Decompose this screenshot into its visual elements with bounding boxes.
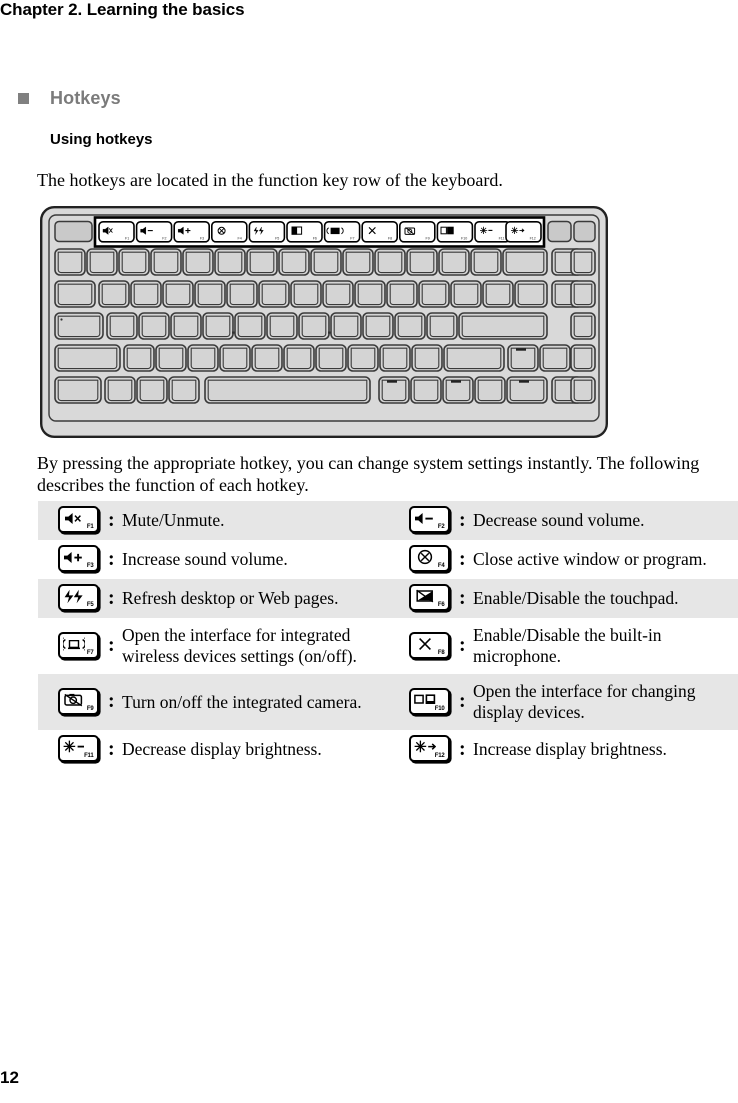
hotkey-description: Turn on/off the integrated camera.: [122, 691, 362, 712]
table-row: F11 : Decrease display brightness. F12 :…: [38, 730, 738, 769]
hotkey-description: Increase sound volume.: [122, 549, 288, 569]
svg-text:F1: F1: [125, 237, 129, 241]
microphone-toggle-icon: F8: [408, 631, 450, 659]
key-label: F9: [86, 705, 94, 712]
hotkey-description: Mute/Unmute.: [122, 510, 225, 530]
key-label: F5: [86, 602, 94, 608]
colon-separator: :: [459, 586, 466, 609]
table-row: F1 : Mute/Unmute. F2 : Decrease sound vo…: [38, 501, 738, 540]
key-label: F4: [437, 563, 445, 569]
hotkey-description: Decrease display brightness.: [122, 739, 322, 759]
key-label: F7: [86, 649, 94, 656]
hotkey-description: Enable/Disable the touchpad.: [473, 588, 679, 608]
key-label: F8: [437, 649, 445, 656]
key-label: F10: [434, 705, 445, 712]
close-window-icon: F4: [408, 545, 450, 572]
section-heading: Hotkeys: [18, 88, 121, 109]
colon-separator: :: [459, 547, 466, 570]
colon-separator: :: [108, 690, 115, 712]
hotkey-key-f5: F5: [38, 579, 108, 618]
colon-separator: :: [459, 737, 466, 760]
key-label: F11: [84, 753, 94, 759]
colon-separator: :: [108, 547, 115, 570]
table-row: F5 : Refresh desktop or Web pages. F6 : …: [38, 579, 738, 618]
colon-separator: :: [459, 690, 466, 712]
hotkey-description: Open the interface for integrated wirele…: [122, 625, 357, 666]
svg-text:F4: F4: [238, 237, 242, 241]
colon-separator: :: [459, 508, 466, 531]
key-label: F2: [437, 524, 445, 530]
key-label: F1: [86, 524, 94, 530]
mute-icon: F1: [57, 506, 99, 533]
wireless-icon: F7: [57, 631, 99, 659]
hotkey-description: Decrease sound volume.: [473, 510, 645, 530]
hotkey-key-f6: F6: [387, 579, 459, 618]
hotkey-table: F1 : Mute/Unmute. F2 : Decrease sound vo…: [38, 501, 738, 769]
svg-text:F7: F7: [350, 237, 354, 241]
hotkey-key-f7: F7: [38, 618, 108, 674]
svg-text:F10: F10: [461, 237, 467, 241]
colon-separator: :: [108, 634, 115, 656]
volume-up-icon: F3: [57, 545, 99, 572]
svg-text:F3: F3: [200, 237, 204, 241]
hotkey-description: Enable/Disable the built-in microphone.: [473, 625, 662, 666]
hotkey-key-f11: F11: [38, 730, 108, 769]
page-number: 12: [0, 1068, 19, 1087]
hotkey-key-f10: F10: [387, 674, 459, 730]
refresh-icon: F5: [57, 584, 99, 611]
keyboard-diagram: F1 F2 F3 F4 F5 F6 F7 F8 F9 F10 F11 F12: [40, 206, 608, 438]
colon-separator: :: [108, 508, 115, 531]
section-heading-label: Hotkeys: [50, 88, 121, 108]
hotkey-key-f12: F12: [387, 730, 459, 769]
table-row: F3 : Increase sound volume. F4 : Close a…: [38, 540, 738, 579]
svg-text:F11: F11: [499, 237, 505, 241]
brightness-up-icon: F12: [408, 735, 450, 762]
hotkey-key-f2: F2: [387, 501, 459, 540]
subsection-heading: Using hotkeys: [50, 131, 153, 148]
display-switch-icon: F10: [408, 687, 450, 715]
svg-text:F12: F12: [530, 237, 536, 241]
touchpad-toggle-icon: F6: [408, 584, 450, 611]
svg-text:F8: F8: [388, 237, 392, 241]
hotkey-description: Close active window or program.: [473, 549, 707, 569]
hotkey-key-f3: F3: [38, 540, 108, 579]
hotkey-description: Open the interface for changing display …: [473, 681, 696, 722]
colon-separator: :: [108, 586, 115, 609]
key-label: F12: [434, 753, 445, 759]
chapter-header: Chapter 2. Learning the basics: [0, 0, 245, 19]
key-label: F3: [86, 563, 94, 569]
colon-separator: :: [459, 634, 466, 656]
hotkey-key-f8: F8: [387, 618, 459, 674]
table-row: F7 : Open the interface for integrated w…: [38, 618, 738, 674]
square-bullet-icon: [18, 93, 29, 104]
svg-text:F9: F9: [426, 237, 430, 241]
camera-icon: F9: [57, 687, 99, 715]
hotkey-description: Increase display brightness.: [473, 739, 667, 759]
brightness-down-icon: F11: [57, 735, 99, 762]
key-label: F6: [437, 602, 445, 608]
hotkey-key-f1: F1: [38, 501, 108, 540]
volume-down-icon: F2: [408, 506, 450, 533]
colon-separator: :: [108, 737, 115, 760]
svg-text:F6: F6: [313, 237, 317, 241]
svg-text:F2: F2: [162, 237, 166, 241]
intro-paragraph: The hotkeys are located in the function …: [37, 170, 503, 190]
hotkey-key-f9: F9: [38, 674, 108, 730]
hotkey-description: Refresh desktop or Web pages.: [122, 588, 339, 608]
figure-caption-paragraph: By pressing the appropriate hotkey, you …: [37, 453, 700, 495]
hotkey-key-f4: F4: [387, 540, 459, 579]
svg-text:F5: F5: [275, 237, 279, 241]
table-row: F9 : Turn on/off the integrated camera. …: [38, 674, 738, 730]
